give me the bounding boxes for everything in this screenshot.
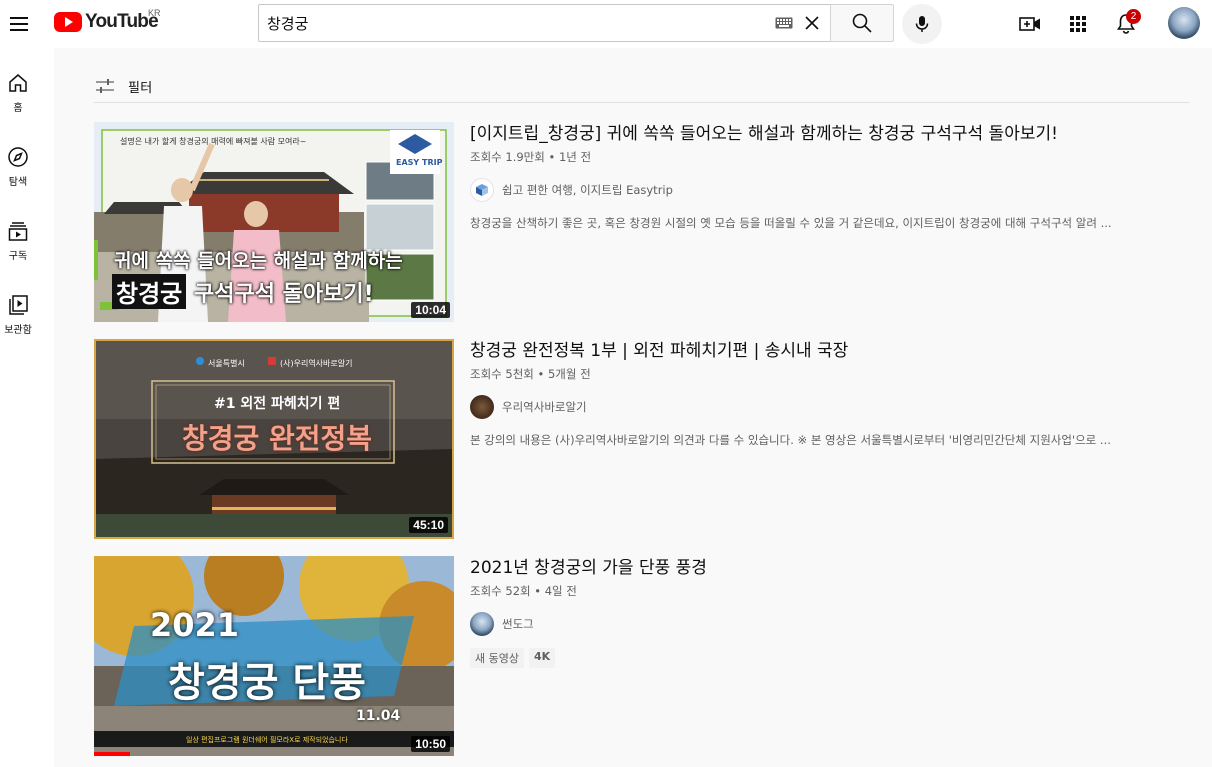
play-logo-icon: [54, 12, 82, 32]
guide-label: 보관함: [4, 325, 32, 336]
channel-link[interactable]: 썬도그: [470, 612, 1180, 636]
video-title[interactable]: 창경궁 완전정복 1부 | 외전 파헤치기편 | 송시내 국장: [470, 339, 1180, 363]
notifications-button[interactable]: 2: [1114, 9, 1141, 36]
video-result: 설명은 내가 할게 창경궁의 매력에 빠져볼 사람 모여라~ EASY TRIP…: [94, 122, 1190, 322]
thumbnail-caption: 창경궁: [112, 274, 187, 309]
video-duration: 10:50: [411, 736, 450, 752]
logo-text: YouTube: [85, 11, 159, 32]
video-info: [이지트립_창경궁] 귀에 쏙쏙 들어오는 해설과 함께하는 창경궁 구석구석 …: [470, 122, 1180, 232]
subscriptions-icon: [8, 222, 28, 241]
video-description: 창경궁을 산책하기 좋은 곳, 혹은 창경원 시절의 옛 모습 등을 떠올릴 수…: [470, 216, 1112, 230]
menu-icon[interactable]: [8, 12, 32, 36]
thumbnail-org: 서울특별시: [208, 359, 245, 368]
keyboard-icon[interactable]: [775, 17, 793, 29]
thumbnail-caption: 창경궁 완전정복: [182, 422, 373, 455]
guide-label: 홈: [13, 103, 23, 114]
video-thumbnail[interactable]: 설명은 내가 할게 창경궁의 매력에 빠져볼 사람 모여라~ EASY TRIP…: [94, 122, 454, 322]
create-video-button[interactable]: [1018, 12, 1042, 36]
channel-name[interactable]: 우리역사바로알기: [502, 399, 587, 415]
video-duration: 45:10: [409, 517, 448, 533]
thumbnail-caption-top: 설명은 내가 할게 창경궁의 매력에 빠져볼 사람 모여라~: [120, 137, 307, 146]
video-metadata: 조회수 1.9만회 • 1년 전: [470, 150, 592, 164]
channel-avatar[interactable]: [470, 178, 494, 202]
video-camera-plus-icon: [1019, 17, 1040, 31]
guide-label: 탐색: [8, 177, 28, 188]
video-description: 본 강의의 내용은 (사)우리역사바로알기의 의견과 다를 수 있습니다. ※ …: [470, 433, 1111, 447]
new-video-badge: 새 동영상: [470, 648, 524, 668]
channel-link[interactable]: 쉽고 편한 여행, 이지트립 Easytrip: [470, 178, 1180, 202]
apps-grid-icon: [1070, 16, 1086, 32]
video-metadata: 조회수 52회 • 4일 전: [470, 584, 577, 598]
thumbnail-caption: #1 외전 파헤치기 편: [214, 396, 341, 412]
channel-name[interactable]: 썬도그: [502, 616, 534, 632]
thumbnail-caption: 창경궁 단풍: [168, 660, 366, 706]
4k-badge: 4K: [528, 648, 556, 668]
filter-sliders-icon: [96, 79, 114, 93]
guide-item-home[interactable]: 홈: [0, 72, 36, 130]
video-thumbnail[interactable]: 서울특별시 (사)우리역사바로알기 #1 외전 파헤치기 편 창경궁 완전정복 …: [94, 339, 454, 539]
channel-avatar[interactable]: [470, 395, 494, 419]
channel-avatar[interactable]: [470, 612, 494, 636]
video-thumbnail[interactable]: 2021 창경궁 단풍 11.04 일상 편집프로그램 원더쉐어 필모라X로 제…: [94, 556, 454, 756]
guide-item-library[interactable]: 보관함: [0, 294, 36, 352]
search-icon: [852, 13, 872, 33]
masthead: YouTube KR 창경궁 2: [0, 0, 1212, 48]
channel-link[interactable]: 우리역사바로알기: [470, 395, 1180, 419]
voice-search-button[interactable]: [902, 4, 942, 44]
microphone-icon: [915, 16, 929, 32]
thumbnail-date: 11.04: [356, 708, 401, 724]
youtube-logo[interactable]: YouTube KR: [54, 8, 161, 33]
guide-label: 구독: [8, 251, 28, 262]
thumbnail-org: (사)우리역사바로알기: [280, 359, 353, 368]
search-button[interactable]: [830, 4, 894, 42]
region-code: KR: [148, 8, 161, 18]
thumbnail-logo: EASY TRIP: [396, 158, 443, 167]
channel-name[interactable]: 쉽고 편한 여행, 이지트립 Easytrip: [502, 182, 673, 198]
video-duration: 10:04: [411, 302, 450, 318]
video-badges: 새 동영상 4K: [470, 648, 1180, 668]
video-title[interactable]: [이지트립_창경궁] 귀에 쏙쏙 들어오는 해설과 함께하는 창경궁 구석구석 …: [470, 122, 1180, 146]
guide-item-explore[interactable]: 탐색: [0, 146, 36, 204]
notification-count-badge: 2: [1126, 9, 1141, 24]
video-info: 2021년 창경궁의 가을 단풍 풍경 조회수 52회 • 4일 전 썬도그 새…: [470, 556, 1180, 668]
guide-item-subscriptions[interactable]: 구독: [0, 220, 36, 278]
filter-divider: [94, 102, 1190, 103]
video-metadata: 조회수 5천회 • 5개월 전: [470, 367, 591, 381]
thumbnail-caption: 귀에 쏙쏙 들어오는 해설과 함께하는: [114, 250, 403, 272]
video-result: 서울특별시 (사)우리역사바로알기 #1 외전 파헤치기 편 창경궁 완전정복 …: [94, 339, 1190, 539]
clear-icon[interactable]: [803, 14, 821, 32]
library-icon: [9, 295, 28, 315]
mini-guide: 홈 탐색 구독 보관함: [0, 48, 54, 767]
search-box: [258, 4, 831, 42]
video-result: 2021 창경궁 단풍 11.04 일상 편집프로그램 원더쉐어 필모라X로 제…: [94, 556, 1190, 756]
filter-button[interactable]: 필터: [94, 74, 153, 98]
thumbnail-caption: 구석구석 돌아보기!: [194, 282, 374, 307]
thumbnail-footer: 일상 편집프로그램 원더쉐어 필모라X로 제작되었습니다: [186, 736, 348, 744]
video-title[interactable]: 2021년 창경궁의 가을 단풍 풍경: [470, 556, 1180, 580]
thumbnail-caption: 2021: [150, 606, 240, 644]
compass-icon: [8, 147, 28, 167]
home-icon: [9, 74, 27, 92]
account-avatar[interactable]: [1168, 7, 1200, 39]
search-input[interactable]: [267, 14, 757, 32]
cube-logo-icon: [476, 184, 488, 196]
video-info: 창경궁 완전정복 1부 | 외전 파헤치기편 | 송시내 국장 조회수 5천회 …: [470, 339, 1180, 449]
filter-label: 필터: [128, 80, 153, 96]
apps-button[interactable]: [1066, 12, 1090, 36]
